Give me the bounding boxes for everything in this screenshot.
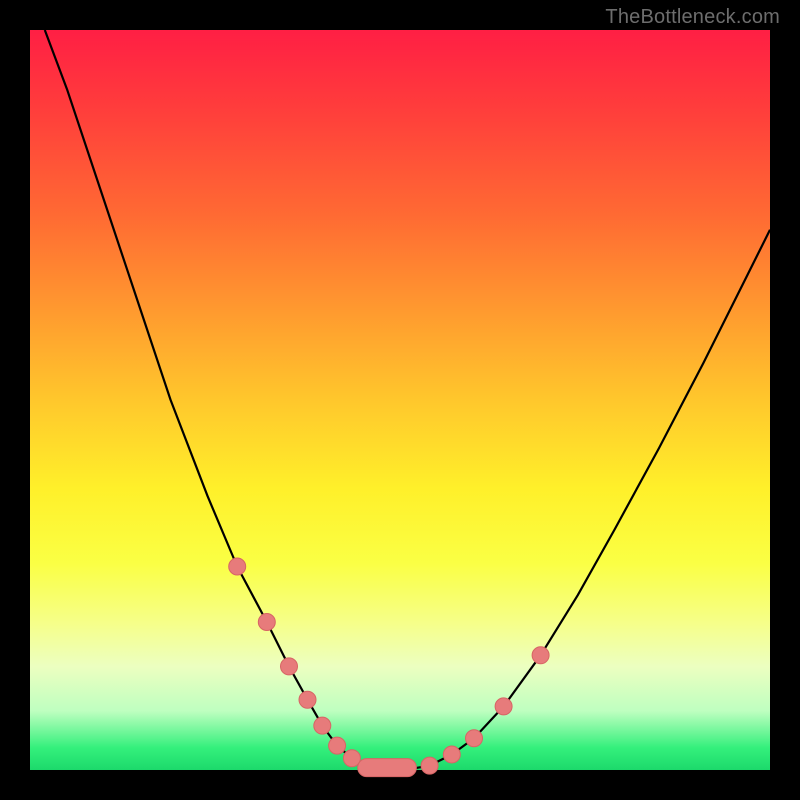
data-marker: [314, 717, 331, 734]
data-marker: [466, 730, 483, 747]
data-marker: [258, 614, 275, 631]
data-marker: [229, 558, 246, 575]
data-marker: [281, 658, 298, 675]
data-marker: [532, 647, 549, 664]
data-marker: [329, 737, 346, 754]
chart-frame: TheBottleneck.com: [0, 0, 800, 800]
data-marker-pill: [358, 759, 417, 777]
curve-group: [45, 30, 770, 770]
plot-area: [30, 30, 770, 770]
watermark-text: TheBottleneck.com: [605, 6, 780, 29]
data-marker: [495, 698, 512, 715]
data-marker: [443, 746, 460, 763]
marker-group: [229, 558, 549, 777]
bottleneck-curve: [30, 30, 770, 770]
v-curve-path: [45, 30, 770, 770]
data-marker: [421, 757, 438, 774]
data-marker: [299, 691, 316, 708]
